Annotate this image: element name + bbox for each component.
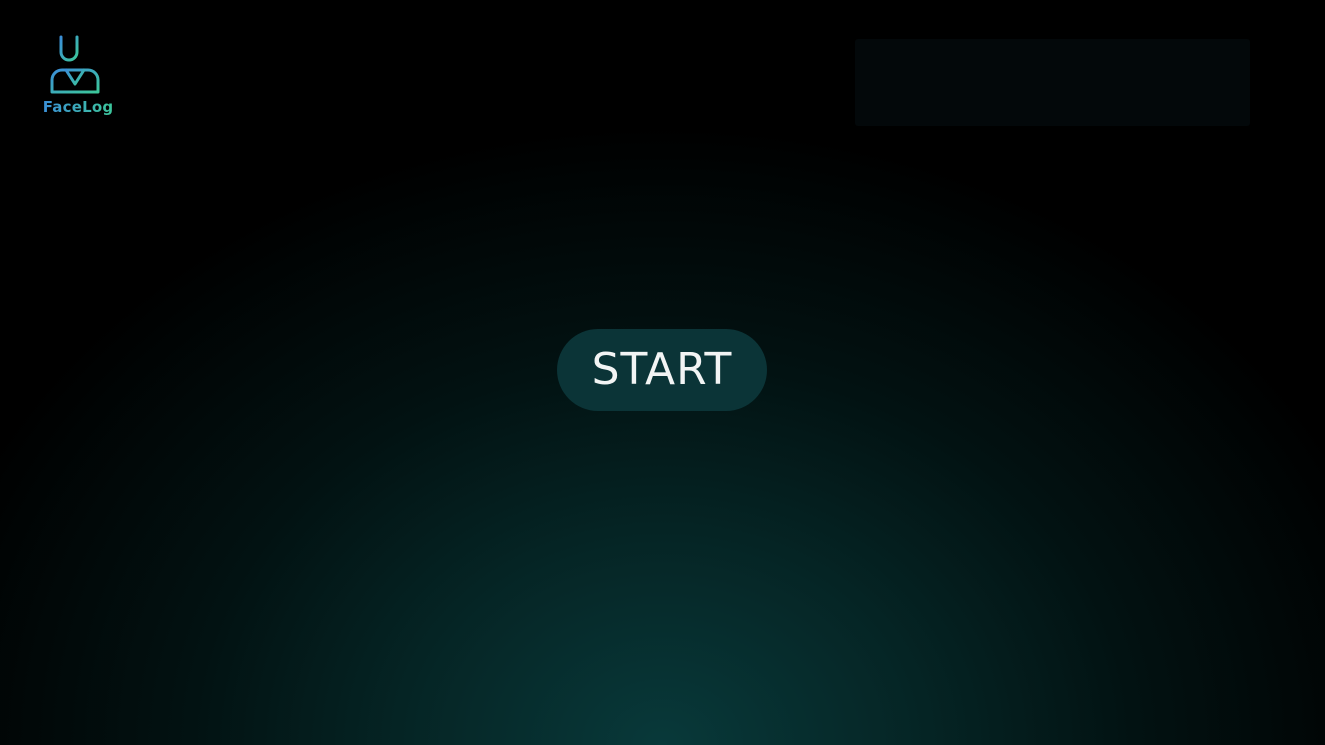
start-button[interactable]: START (557, 329, 767, 411)
student-face-icon (50, 35, 100, 94)
status-panel (855, 39, 1250, 126)
app-screen: FaceLog START (0, 0, 1325, 745)
start-button-label: START (591, 344, 733, 395)
facelog-logo: FaceLog (42, 34, 114, 124)
brand-name: FaceLog (42, 98, 114, 116)
